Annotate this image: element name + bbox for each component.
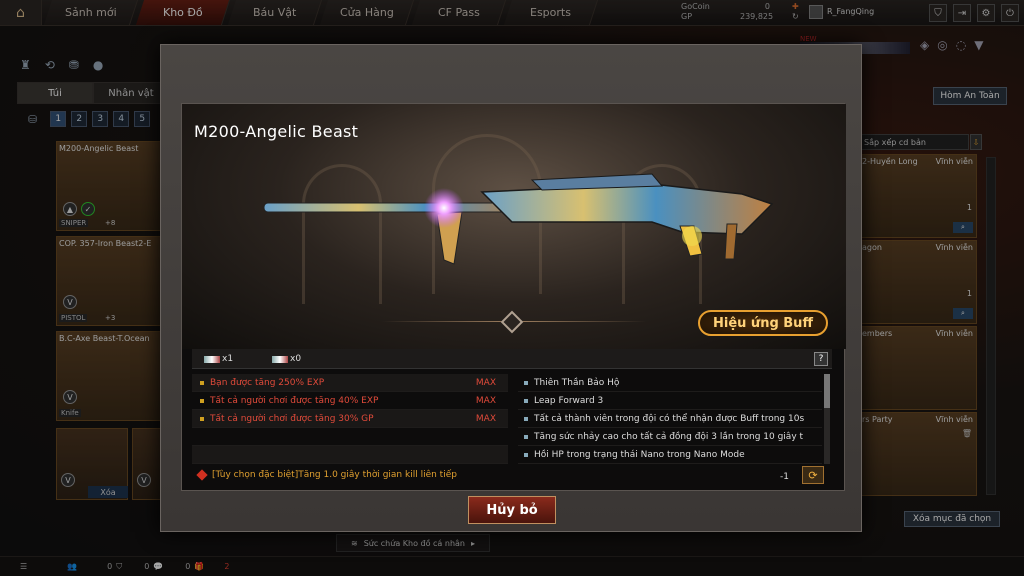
bullet-icon xyxy=(200,380,204,385)
special-option: [Tùy chọn đặc biệt]Tăng 1.0 giây thời gi… xyxy=(196,469,457,481)
buff-text: Tất cả người chơi được tăng 40% EXP xyxy=(210,395,379,406)
buff-max: MAX xyxy=(475,413,496,424)
chip-flag-icon xyxy=(204,355,220,363)
stat-chips-bar: x1 x0 ? xyxy=(192,349,832,369)
bullet-icon xyxy=(524,398,528,403)
chip-1: x1 xyxy=(204,354,233,364)
modal-content: M200-Angelic Beast Hiệu ứng Buff x1 x0 ?… xyxy=(181,103,846,491)
bullet-icon xyxy=(524,452,528,457)
buff-effect-button[interactable]: Hiệu ứng Buff xyxy=(698,310,828,336)
chip-flag-icon xyxy=(272,355,288,363)
buff-text: Bạn được tăng 250% EXP xyxy=(210,377,325,388)
effect-text: Tất cả thành viên trong đội có thể nhận … xyxy=(534,413,805,424)
bullet-icon xyxy=(524,416,528,421)
buff-text: Tất cả người chơi được tăng 30% GP xyxy=(210,413,374,424)
buff-row: Tất cả người chơi được tăng 40% EXP MAX xyxy=(192,392,508,410)
chip-2-count: x0 xyxy=(290,354,302,364)
bullet-icon xyxy=(524,380,528,385)
special-option-text: [Tùy chọn đặc biệt]Tăng 1.0 giây thời gi… xyxy=(212,470,457,480)
effect-text: Tăng sức nhảy cao cho tất cả đồng đội 3 … xyxy=(534,431,804,442)
cancel-button[interactable]: Hủy bỏ xyxy=(468,496,556,524)
buff-row-empty xyxy=(192,446,508,464)
effect-row: Tăng sức nhảy cao cho tất cả đồng đội 3 … xyxy=(518,428,822,446)
buff-list-right: Thiên Thần Bảo Hộ Leap Forward 3 Tất cả … xyxy=(518,374,822,464)
inventory-screen: ⌂ Sảnh mới Kho Đồ Báu Vật Cửa Hàng CF Pa… xyxy=(0,0,1024,576)
weapon-showcase: M200-Angelic Beast Hiệu ứng Buff xyxy=(182,104,846,349)
bullet-icon xyxy=(200,416,204,421)
effect-row: Thiên Thần Bảo Hộ xyxy=(518,374,822,392)
help-button[interactable]: ? xyxy=(814,352,828,366)
effect-text: Leap Forward 3 xyxy=(534,395,604,406)
bullet-icon xyxy=(200,398,204,403)
weapon-detail-modal: M200-Angelic Beast Hiệu ứng Buff x1 x0 ?… xyxy=(160,44,862,532)
buff-row-empty xyxy=(192,428,508,446)
effect-text: Hồi HP trong trạng thái Nano trong Nano … xyxy=(534,449,745,460)
chip-2: x0 xyxy=(272,354,301,364)
red-diamond-icon xyxy=(196,469,208,481)
effect-row: Hồi HP trong trạng thái Nano trong Nano … xyxy=(518,446,822,464)
refresh-option-button[interactable]: ⟳ xyxy=(802,466,824,484)
buff-row: Bạn được tăng 250% EXP MAX xyxy=(192,374,508,392)
scroll-thumb[interactable] xyxy=(824,374,830,408)
effects-scrollbar[interactable] xyxy=(824,374,830,464)
buff-max: MAX xyxy=(475,377,496,388)
effect-row: Tất cả thành viên trong đội có thể nhận … xyxy=(518,410,822,428)
bullet-icon xyxy=(524,434,528,439)
special-count: -1 xyxy=(780,472,789,482)
buff-list-left: Bạn được tăng 250% EXP MAX Tất cả người … xyxy=(192,374,508,464)
buff-row: Tất cả người chơi được tăng 30% GP MAX xyxy=(192,410,508,428)
refresh-icon: ⟳ xyxy=(808,468,818,482)
effect-row: Leap Forward 3 xyxy=(518,392,822,410)
effect-text: Thiên Thần Bảo Hộ xyxy=(534,377,620,388)
chip-1-count: x1 xyxy=(222,354,234,364)
buff-max: MAX xyxy=(475,395,496,406)
